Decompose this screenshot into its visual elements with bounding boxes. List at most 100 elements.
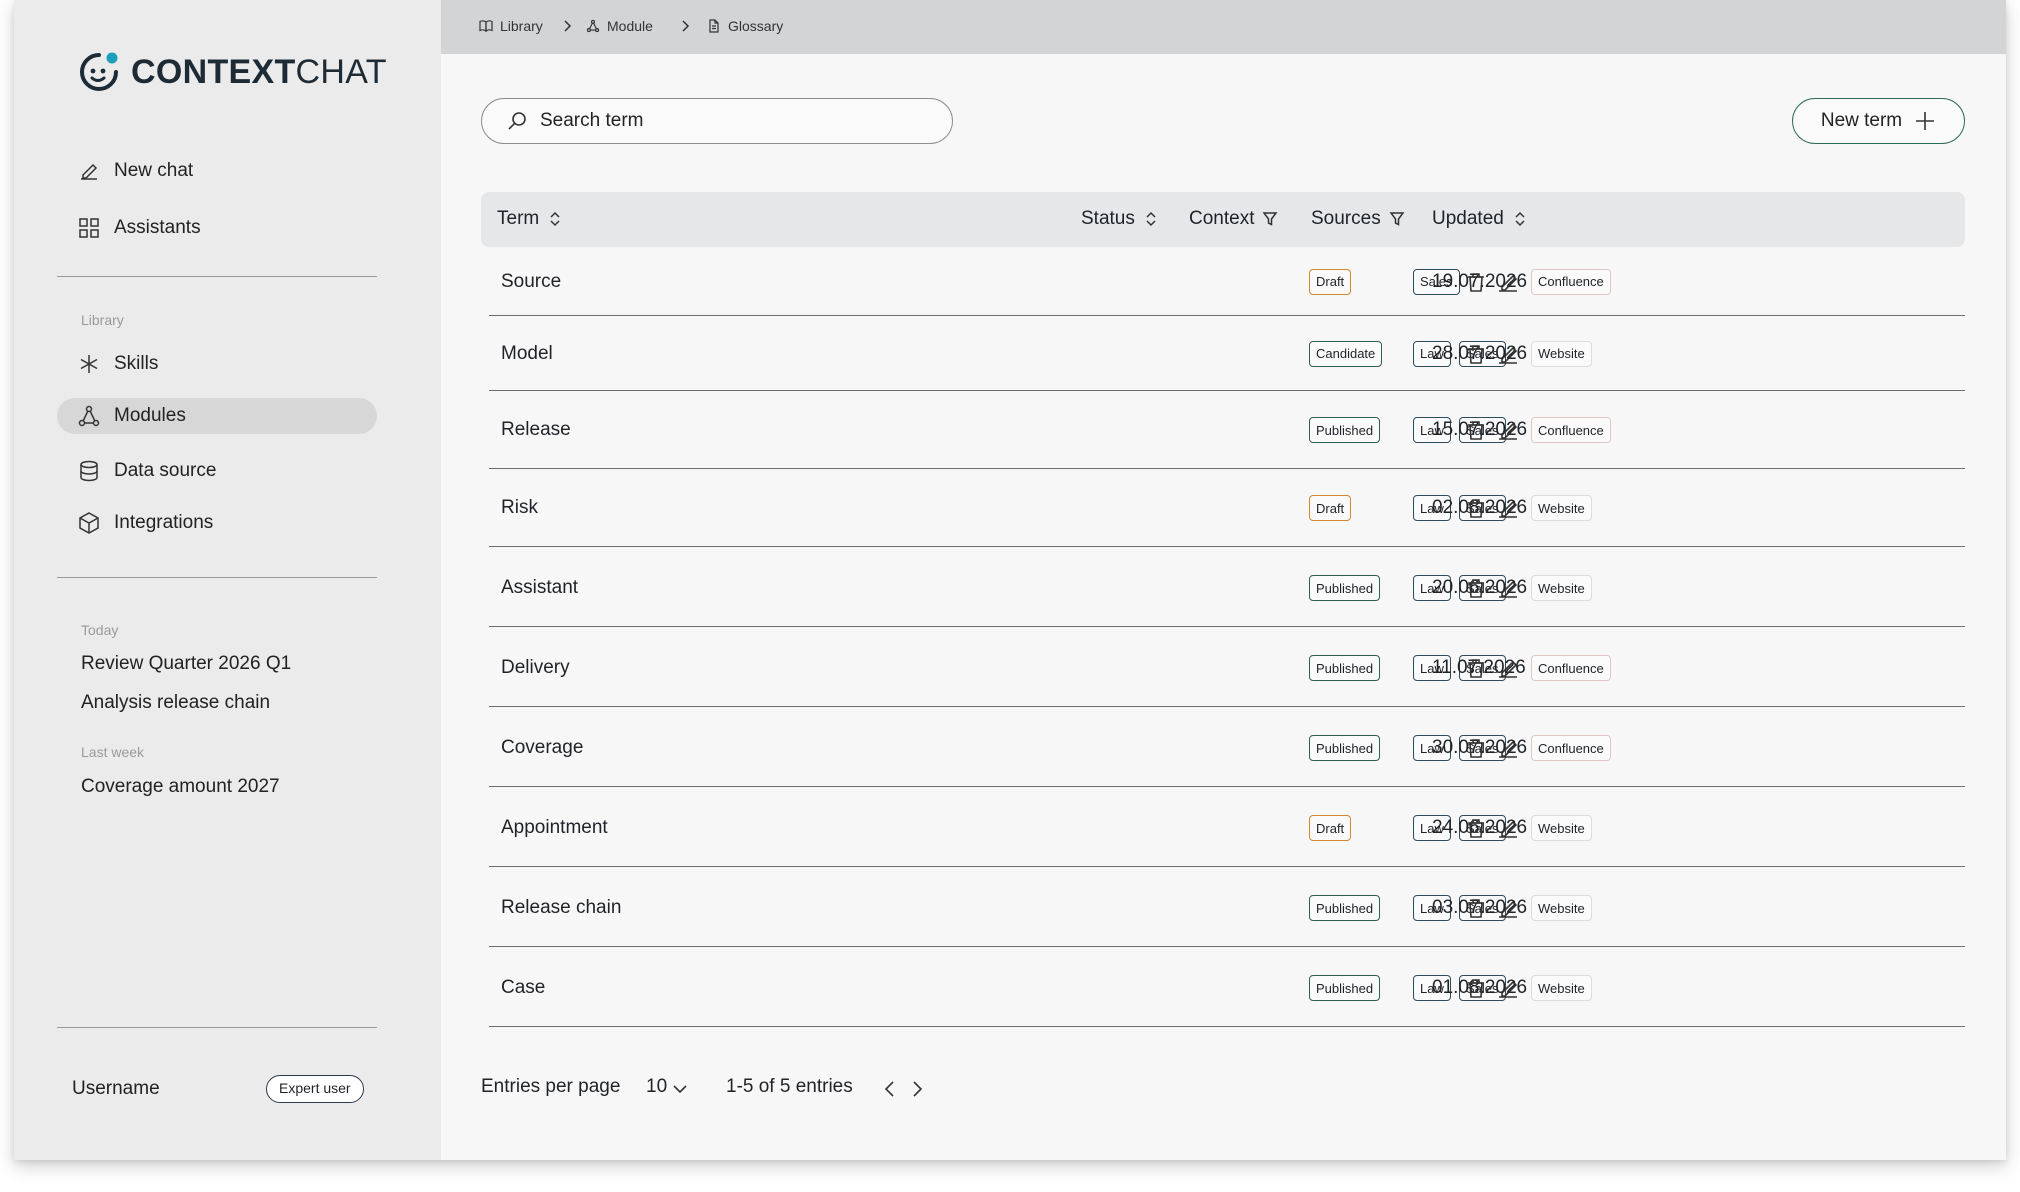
breadcrumb-module[interactable]: Module <box>586 18 653 34</box>
search-field[interactable] <box>481 98 953 144</box>
table-row[interactable]: Release Published Law Sales Confluence 15.07.… <box>489 391 1965 469</box>
sidebar: CONTEXTCHAT New chat Assistants Library … <box>14 0 441 1160</box>
table-row[interactable]: Case Published Law Sales Website 01.08.2026 <box>489 949 1965 1027</box>
app-window: CONTEXTCHAT New chat Assistants Library … <box>14 0 2006 1160</box>
username[interactable]: Username <box>72 1078 160 1100</box>
trash-icon[interactable] <box>1463 975 1489 1001</box>
table-row[interactable]: Delivery Published Law Sales Confluence 11.07… <box>489 629 1965 707</box>
filter-icon <box>1262 212 1278 226</box>
history-group-today: Today <box>81 622 119 638</box>
nav-assistants-label: Assistants <box>114 217 201 238</box>
entries-per-page-select[interactable]: 10 <box>646 1076 667 1098</box>
chevron-right-icon <box>564 20 572 32</box>
nav-modules[interactable]: Modules <box>57 398 377 434</box>
trash-icon[interactable] <box>1463 895 1489 921</box>
chevron-down-icon[interactable] <box>669 1078 691 1100</box>
nav-new-chat-label: New chat <box>114 160 194 181</box>
table-header: Term Status Context Sources Updated <box>481 192 1965 247</box>
sort-icon <box>1515 211 1525 227</box>
modules-icon <box>586 19 600 33</box>
table-row[interactable]: Assistant Published Law Sales Website 20.06.2… <box>489 549 1965 627</box>
source-tag: Confluence <box>1531 268 1611 295</box>
trash-icon[interactable] <box>1463 735 1489 761</box>
history-item[interactable]: Analysis release chain <box>81 692 270 714</box>
entries-per-page-label: Entries per page <box>481 1076 621 1097</box>
status-badge: Published <box>1309 575 1381 601</box>
nav-skills-label: Skills <box>114 353 159 374</box>
new-term-label: New term <box>1820 110 1903 131</box>
search-input[interactable] <box>540 110 900 132</box>
trash-icon[interactable] <box>1463 341 1489 367</box>
table-row[interactable]: Model Candidate Law Sales Website 28.07.2026 <box>489 316 1965 391</box>
edit-icon[interactable] <box>1495 655 1521 681</box>
term-cell: Model <box>501 342 553 364</box>
edit-icon[interactable] <box>1495 269 1521 295</box>
nav-data-source[interactable]: Data source <box>57 453 377 489</box>
source-tag: Website <box>1531 340 1592 367</box>
logo-text: CONTEXTCHAT <box>131 52 387 91</box>
nav-assistants[interactable]: Assistants <box>57 210 377 246</box>
column-header-term[interactable]: Term <box>497 208 563 230</box>
logo-icon <box>80 52 118 91</box>
term-cell: Risk <box>501 497 538 518</box>
history-item[interactable]: Review Quarter 2026 Q1 <box>81 653 291 675</box>
book-icon <box>479 20 493 33</box>
status-badge: Candidate <box>1309 340 1383 367</box>
table-row[interactable]: Coverage Published Law Sales Confluence 30.07… <box>489 709 1965 787</box>
source-tag: Website <box>1531 575 1592 601</box>
trash-icon[interactable] <box>1463 575 1489 601</box>
breadcrumb-library[interactable]: Library <box>479 18 543 34</box>
breadcrumb: Library Module Glossary <box>441 0 2006 54</box>
filter-icon <box>1389 212 1405 226</box>
asterisk-icon <box>80 355 98 373</box>
history-item[interactable]: Coverage amount 2027 <box>81 776 280 798</box>
sidebar-divider <box>57 276 377 277</box>
table-row[interactable]: Source Draft Sales Confluence 19.07.2026 <box>489 247 1965 316</box>
chevron-left-icon[interactable] <box>879 1078 901 1100</box>
trash-icon[interactable] <box>1463 269 1489 295</box>
source-tag: Confluence <box>1531 735 1611 761</box>
column-header-updated[interactable]: Updated <box>1432 208 1528 230</box>
logo[interactable]: CONTEXTCHAT <box>77 48 387 96</box>
edit-icon[interactable] <box>1495 495 1521 521</box>
term-cell: Assistant <box>501 577 579 598</box>
edit-icon[interactable] <box>1495 975 1521 1001</box>
sort-icon <box>550 211 560 227</box>
status-badge: Published <box>1309 417 1381 443</box>
grid-icon <box>79 218 99 238</box>
trash-icon[interactable] <box>1463 417 1489 443</box>
new-term-button[interactable]: New term <box>1792 98 1965 144</box>
nav-new-chat[interactable]: New chat <box>57 153 377 189</box>
document-icon <box>709 19 719 33</box>
table-row[interactable]: Release chain Published Law Sales Website 03.… <box>489 869 1965 947</box>
edit-icon[interactable] <box>1495 417 1521 443</box>
breadcrumb-glossary[interactable]: Glossary <box>707 18 783 34</box>
cube-icon <box>79 512 99 534</box>
status-badge: Published <box>1309 735 1381 761</box>
edit-icon[interactable] <box>1495 735 1521 761</box>
plus-icon <box>1916 112 1935 130</box>
term-cell: Appointment <box>501 817 608 838</box>
source-tag: Website <box>1531 495 1592 521</box>
edit-icon[interactable] <box>1495 895 1521 921</box>
nav-skills[interactable]: Skills <box>57 346 377 382</box>
table-row[interactable]: Risk Draft Law Sales Website 02.08.2026 <box>489 469 1965 547</box>
source-tag: Confluence <box>1531 417 1611 443</box>
table-row[interactable]: Appointment Draft Law Sales Website 24.06.202… <box>489 789 1965 867</box>
term-cell: Coverage <box>501 737 584 758</box>
edit-icon[interactable] <box>1495 575 1521 601</box>
status-badge: Draft <box>1309 815 1352 841</box>
edit-icon[interactable] <box>1495 341 1521 367</box>
source-tag: Confluence <box>1531 655 1611 681</box>
trash-icon[interactable] <box>1463 495 1489 521</box>
trash-icon[interactable] <box>1463 815 1489 841</box>
nav-integrations[interactable]: Integrations <box>57 505 377 541</box>
trash-icon[interactable] <box>1463 655 1489 681</box>
status-badge: Draft <box>1309 268 1352 295</box>
column-header-context[interactable]: Context <box>1189 208 1278 230</box>
column-header-sources[interactable]: Sources <box>1311 208 1405 230</box>
column-header-status[interactable]: Status <box>1081 208 1159 230</box>
chevron-right-icon[interactable] <box>906 1078 928 1100</box>
edit-icon[interactable] <box>1495 815 1521 841</box>
source-tag: Website <box>1531 895 1592 921</box>
